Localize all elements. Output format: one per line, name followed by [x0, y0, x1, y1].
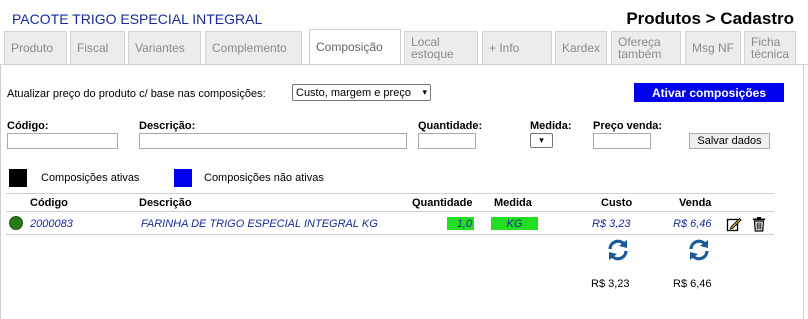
activate-compositions-button[interactable]: Ativar composições — [634, 83, 784, 102]
save-button[interactable]: Salvar dados — [689, 133, 770, 149]
update-price-label: Atualizar preço do produto c/ base nas c… — [7, 88, 266, 100]
chevron-down-icon: ▾ — [539, 135, 544, 145]
tab-produto[interactable]: Produto — [4, 31, 67, 64]
preco-venda-label: Preço venda: — [593, 120, 663, 132]
legend-inactive-label: Composições não ativas — [204, 172, 324, 184]
legend-inactive-swatch — [174, 169, 192, 187]
product-name: PACOTE TRIGO ESPECIAL INTEGRAL — [12, 11, 263, 27]
edit-icon[interactable] — [726, 216, 742, 232]
status-indicator-icon — [9, 216, 23, 230]
total-custo: R$ 3,23 — [591, 278, 630, 290]
tab-composicao[interactable]: Composição — [309, 29, 401, 64]
row-medida: KG — [491, 217, 538, 230]
page-title: Produtos > Cadastro — [626, 9, 794, 28]
row-quantidade: 1,0 — [447, 217, 474, 230]
chevron-down-icon: ▾ — [422, 87, 427, 97]
row-custo[interactable]: R$ 3,23 — [592, 218, 631, 230]
tab-variantes[interactable]: Variantes — [128, 31, 201, 64]
trash-icon[interactable] — [751, 216, 767, 232]
column-header-codigo: Código — [30, 197, 68, 209]
table-header-border — [6, 211, 774, 212]
row-venda[interactable]: R$ 6,46 — [673, 218, 712, 230]
quantidade-label: Quantidade: — [418, 120, 483, 132]
descricao-label: Descrição: — [139, 120, 196, 132]
tabs-divider — [0, 64, 808, 65]
refresh-cost-icon[interactable] — [606, 238, 630, 262]
descricao-input[interactable] — [139, 133, 407, 149]
medida-select[interactable]: ▾ — [530, 133, 553, 148]
legend-active-swatch — [9, 169, 27, 187]
codigo-input[interactable] — [7, 133, 118, 149]
tab-fiscal[interactable]: Fiscal — [70, 31, 125, 64]
column-header-quantidade: Quantidade — [412, 197, 473, 209]
tab-complemento[interactable]: Complemento — [205, 31, 302, 64]
table-row-border — [6, 234, 774, 235]
row-descricao[interactable]: FARINHA DE TRIGO ESPECIAL INTEGRAL KG — [141, 218, 378, 230]
legend-active-label: Composições ativas — [41, 172, 140, 184]
panel-border-left — [0, 64, 1, 319]
tab-ofereca-tambem[interactable]: Ofereça também — [611, 31, 681, 64]
column-header-descricao: Descrição — [139, 197, 192, 209]
column-header-venda: Venda — [679, 197, 712, 209]
refresh-sale-icon[interactable] — [687, 238, 711, 262]
update-price-select[interactable]: Custo, margem e preço ▾ — [292, 84, 431, 101]
row-codigo[interactable]: 2000083 — [30, 218, 73, 230]
column-header-custo: Custo — [601, 197, 633, 209]
tab-bar: Produto Fiscal Variantes Complemento Com… — [0, 29, 808, 64]
table-top-border — [6, 193, 774, 194]
tab-local-estoque[interactable]: Local estoque — [404, 31, 478, 64]
tab-kardex[interactable]: Kardex — [555, 31, 607, 64]
codigo-label: Código: — [7, 120, 49, 132]
preco-venda-input[interactable] — [593, 133, 651, 149]
total-venda: R$ 6,46 — [673, 278, 712, 290]
tab-msg-nf[interactable]: Msg NF — [685, 31, 741, 64]
quantidade-input[interactable] — [418, 133, 476, 149]
medida-label: Medida: — [530, 120, 572, 132]
tab-mais-info[interactable]: + Info — [482, 31, 552, 64]
column-header-medida: Medida — [494, 197, 532, 209]
update-price-selected: Custo, margem e preço — [296, 86, 411, 99]
panel-border-right — [803, 64, 804, 319]
tab-ficha-tecnica[interactable]: Ficha técnica — [744, 31, 796, 64]
